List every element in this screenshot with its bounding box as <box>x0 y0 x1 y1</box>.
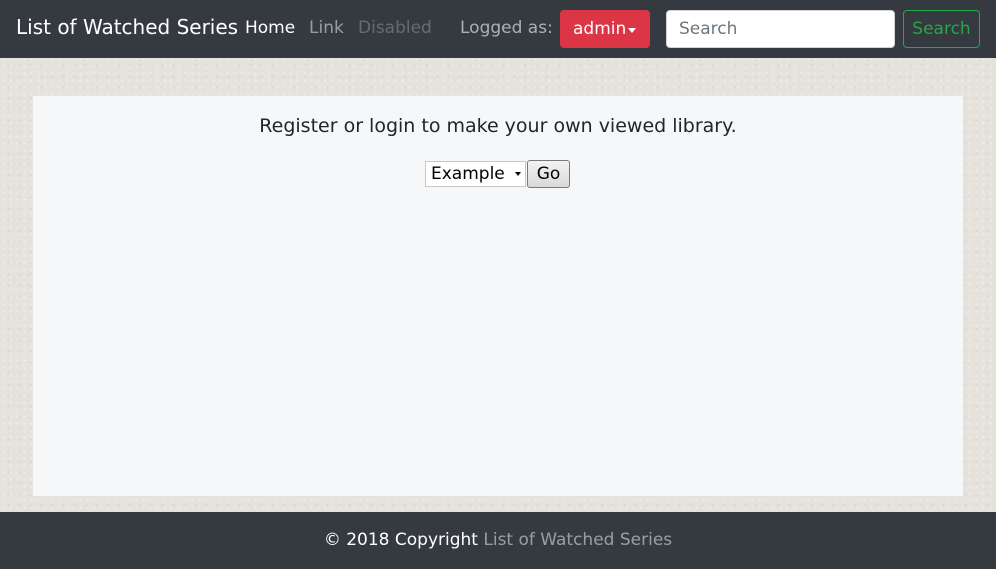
main-card: Register or login to make your own viewe… <box>33 96 963 496</box>
footer: © 2018 Copyright List of Watched Series <box>0 512 996 569</box>
user-dropdown-button[interactable]: admin <box>560 10 650 48</box>
nav-link-link[interactable]: Link <box>309 18 344 38</box>
example-select[interactable]: Example <box>425 161 526 187</box>
search-button[interactable]: Search <box>903 10 980 48</box>
nav-link-home[interactable]: Home <box>245 18 295 38</box>
intro-text: Register or login to make your own viewe… <box>259 115 737 137</box>
footer-link[interactable]: List of Watched Series <box>483 530 672 550</box>
user-dropdown-label: admin <box>573 19 627 39</box>
brand-link[interactable]: List of Watched Series <box>16 15 238 39</box>
example-select-value: Example <box>431 164 505 184</box>
go-button[interactable]: Go <box>527 160 570 188</box>
search-input[interactable] <box>666 10 895 48</box>
caret-down-icon <box>628 28 636 33</box>
logged-as-label: Logged as: <box>460 18 553 38</box>
footer-copyright: © 2018 Copyright <box>323 530 478 550</box>
caret-down-icon <box>515 172 521 176</box>
navbar: List of Watched Series Home Link Disable… <box>0 0 996 58</box>
nav-link-disabled: Disabled <box>358 18 432 38</box>
footer-text: © 2018 Copyright List of Watched Series <box>0 530 996 550</box>
